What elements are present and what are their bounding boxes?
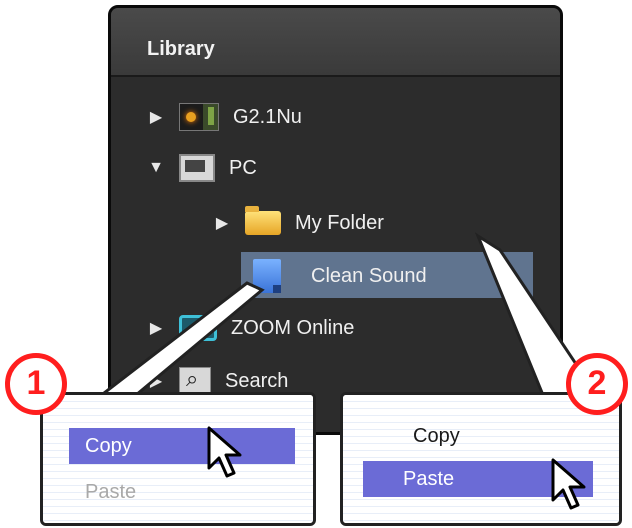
mouse-pointer-icon [551, 458, 586, 510]
step-badge-2: 2 [566, 353, 628, 415]
menu-item-paste: Paste [85, 481, 137, 503]
step-badge-1: 1 [5, 353, 67, 415]
mouse-pointer-icon [207, 426, 242, 478]
menu-item-copy[interactable]: Copy [363, 418, 593, 454]
context-menu-callout-1: Copy Paste [40, 392, 316, 526]
menu-item-copy[interactable]: Copy [69, 428, 295, 464]
callout-1-pointer [90, 281, 265, 402]
